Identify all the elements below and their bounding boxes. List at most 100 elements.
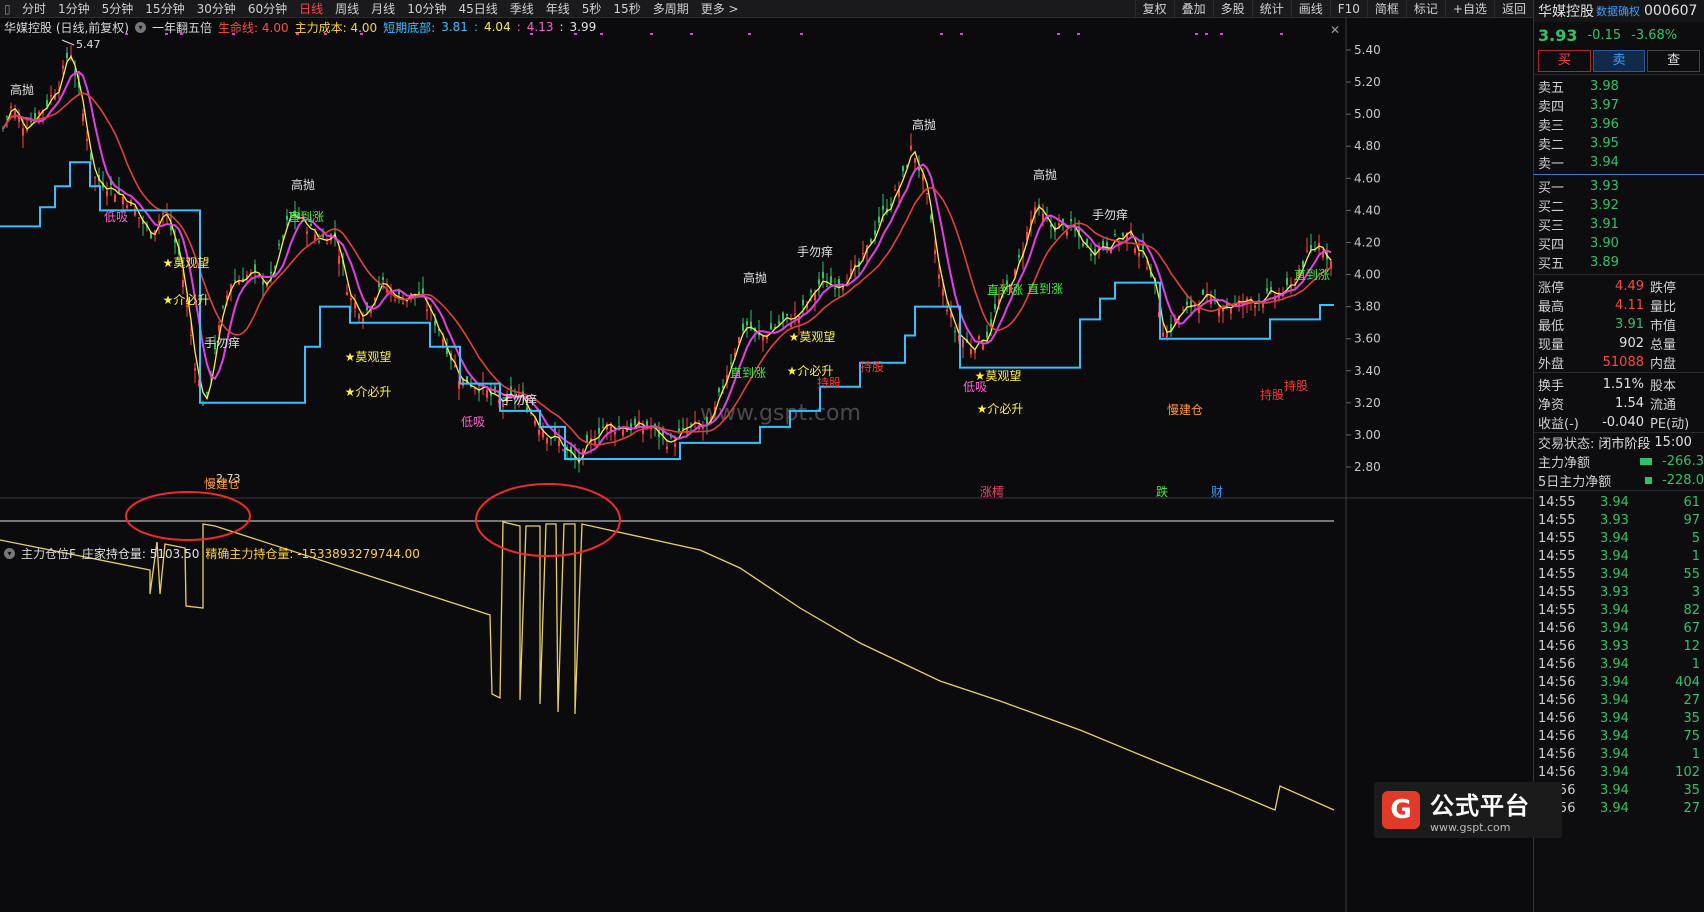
toolbar-button-7[interactable]: 标记 [1405, 0, 1445, 18]
bid-price: 3.93 [1590, 179, 1619, 194]
tick-price: 3.94 [1600, 692, 1629, 708]
tab-timeframe-10[interactable]: 45日线 [452, 0, 503, 18]
chart-annotation: 持股 [1284, 378, 1308, 393]
candle-body [122, 196, 124, 205]
tab-timeframe-0[interactable]: 分时 [16, 0, 52, 18]
brand-logo-icon: G [1382, 791, 1420, 829]
stat-value: 1.51% [1602, 377, 1644, 392]
candle-body [1082, 243, 1084, 247]
panel-toggle-icon[interactable]: ▯ [0, 2, 16, 16]
candle-body [786, 313, 788, 316]
tick-price: 3.94 [1600, 800, 1629, 816]
bid-row: 买五 3.89 [1534, 253, 1704, 272]
ask-row: 卖五 3.98 [1534, 77, 1704, 96]
sub-indicator-settings-icon[interactable]: ▾ [4, 548, 15, 559]
candle-body [666, 446, 668, 450]
tick-volume: 27 [1683, 800, 1700, 816]
high-pointer [61, 39, 75, 46]
tab-timeframe-14[interactable]: 15秒 [607, 0, 646, 18]
tab-timeframe-4[interactable]: 30分钟 [191, 0, 242, 18]
signal-dot [600, 33, 603, 35]
bid-book: 买一 3.93 买二 3.92 买三 3.91 买四 3.90 买五 3.89 [1534, 174, 1704, 274]
toolbar-button-4[interactable]: 画线 [1290, 0, 1330, 18]
tick-time: 14:55 [1538, 548, 1576, 564]
candle-body [1114, 234, 1116, 236]
candle-body [1310, 245, 1312, 250]
view-button[interactable]: 查 [1647, 50, 1701, 72]
candle-body [602, 426, 604, 428]
candle-body [802, 299, 804, 306]
stat-row: 最低 3.91 市值 [1534, 315, 1704, 334]
tick-list[interactable]: 14:55 3.94 61 14:55 3.93 97 14:55 3.94 5 14:55 3.9… [1534, 490, 1704, 817]
tab-timeframe-15[interactable]: 多周期 [647, 0, 695, 18]
toolbar-button-9[interactable]: 返回 [1493, 0, 1533, 18]
tab-timeframe-16[interactable]: 更多 > [695, 0, 745, 18]
chart-annotation: 高抛 [1033, 167, 1057, 182]
tab-timeframe-5[interactable]: 60分钟 [242, 0, 293, 18]
tab-timeframe-12[interactable]: 年线 [540, 0, 576, 18]
chart-annotation: 低吸 [104, 210, 128, 224]
stat-key2: 股本 [1650, 379, 1677, 394]
stat-key2: 内盘 [1650, 357, 1677, 372]
tab-timeframe-11[interactable]: 季线 [504, 0, 540, 18]
tick-price: 3.93 [1600, 638, 1629, 654]
chart-annotation: ★莫观望 [975, 369, 1022, 383]
toolbar-button-8[interactable]: +自选 [1444, 0, 1494, 18]
candle-body [962, 339, 964, 348]
toolbar-button-6[interactable]: 简框 [1366, 0, 1406, 18]
toolbar-button-5[interactable]: F10 [1329, 0, 1367, 18]
candle-body [942, 289, 944, 296]
candle-body [254, 264, 256, 272]
tick-row: 14:56 3.94 404 [1534, 673, 1704, 691]
kline-chart-area[interactable]: 5.40 5.20 5.00 4.80 4.60 4.40 4.20 4.00 3.80 3.60… [0, 18, 1533, 912]
toolbar-button-0[interactable]: 复权 [1134, 0, 1174, 18]
stats-block-2: 换手 1.51% 股本 净资 1.54 流通 收益(-) -0.040 PE(动) [1534, 372, 1704, 432]
candle-body [162, 213, 164, 215]
bid-row: 买四 3.90 [1534, 234, 1704, 253]
candle-body [358, 314, 360, 319]
tick-row: 14:55 3.94 5 [1534, 529, 1704, 547]
stat-row: 现量 902 总量 [1534, 334, 1704, 353]
tick-time: 14:56 [1538, 710, 1576, 726]
price-axis-label: 4.00 [1354, 268, 1381, 282]
candle-body [986, 331, 988, 338]
candle-body [1146, 267, 1148, 269]
candle-body [934, 250, 936, 255]
candle-body [38, 111, 40, 115]
highlight-ellipse [125, 491, 251, 541]
price-axis-label: 4.80 [1354, 139, 1381, 153]
buy-button[interactable]: 买 [1538, 50, 1591, 72]
toolbar-button-2[interactable]: 多股 [1212, 0, 1252, 18]
signal-dot [165, 33, 168, 35]
toolbar-right-buttons: 复权 叠加 多股 统计 画线 F10 简框 标记 +自选 返回 [1134, 0, 1533, 18]
toolbar-button-3[interactable]: 统计 [1251, 0, 1291, 18]
candle-body [10, 106, 12, 108]
candle-body [398, 291, 400, 295]
tab-timeframe-1[interactable]: 1分钟 [52, 0, 96, 18]
candle-body [1246, 298, 1248, 301]
chart-annotation: 慢建仓 [204, 477, 240, 491]
candle-body [326, 243, 328, 245]
tick-volume: 1 [1691, 746, 1700, 762]
tab-timeframe-7[interactable]: 周线 [329, 0, 365, 18]
candle-body [794, 313, 796, 315]
tab-timeframe-3[interactable]: 15分钟 [139, 0, 190, 18]
tab-timeframe-9[interactable]: 10分钟 [401, 0, 452, 18]
candle-body [190, 334, 192, 336]
sell-button[interactable]: 卖 [1592, 50, 1646, 72]
highlight-ellipse [475, 483, 621, 557]
tab-timeframe-6[interactable]: 日线 [293, 0, 329, 18]
candle-body [538, 429, 540, 436]
stat-key: 现量 [1538, 338, 1565, 353]
high-price-label: 5.47 [76, 38, 101, 51]
tab-timeframe-2[interactable]: 5分钟 [96, 0, 140, 18]
candle-body [1090, 253, 1092, 256]
candle-body [94, 177, 96, 179]
stat-row: 涨停 4.49 跌停 [1534, 277, 1704, 296]
candle-body [1286, 278, 1288, 286]
tab-timeframe-13[interactable]: 5秒 [576, 0, 608, 18]
tab-timeframe-8[interactable]: 月线 [365, 0, 401, 18]
sub-indicator-title: ▾ 主力仓位F 庄家持仓量: 5103.50 精确主力持仓量: -1533893… [4, 545, 420, 562]
tick-row: 14:55 3.94 61 [1534, 493, 1704, 511]
toolbar-button-1[interactable]: 叠加 [1173, 0, 1213, 18]
